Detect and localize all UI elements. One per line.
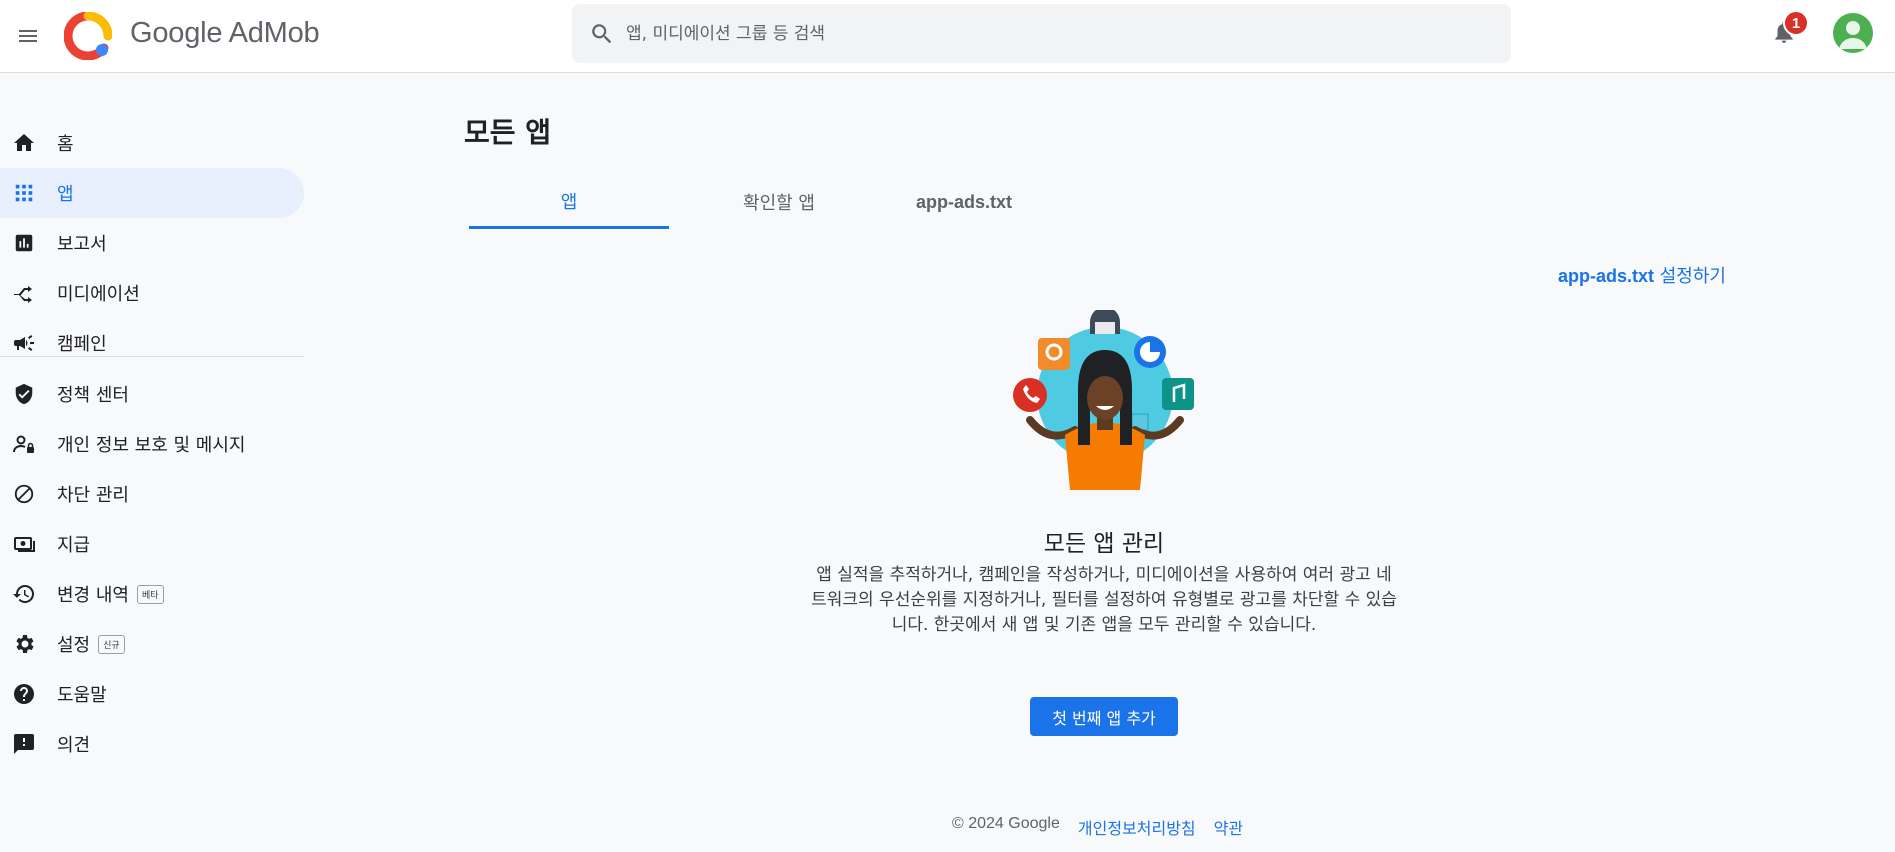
page-title: 모든 앱 [464,116,552,149]
tab-app-ads-txt[interactable]: app-ads.txt [889,175,1039,229]
sidebar-item-mediation[interactable]: 미디에이션 [0,268,304,318]
sidebar-item-label: 도움말 [57,685,107,706]
beta-chip: 베타 [136,584,164,604]
setup-link-bold: app-ads.txt [1558,266,1655,286]
sidebar-item-policy-center[interactable]: 정책 센터 [0,369,304,419]
sidebar-item-payments[interactable]: 지급 [0,519,304,569]
admob-logo[interactable] [64,12,112,60]
hamburger-menu-icon [19,30,37,42]
main-menu-button[interactable] [8,16,48,56]
sidebar-item-change-history[interactable]: 변경 내역 베타 [0,569,304,619]
terms-link[interactable]: 약관 [1214,815,1243,839]
sidebar-item-blocking-controls[interactable]: 차단 관리 [0,469,304,519]
search-icon [588,20,616,48]
app-ads-txt-setup-link[interactable]: app-ads.txt 설정하기 [1558,262,1726,288]
sidebar-item-label: 개인 정보 보호 및 메시지 [57,435,246,456]
sidebar-item-label: 앱 [57,184,74,205]
sidebar-item-label: 보고서 [57,234,107,255]
sidebar-item-label: 변경 내역 베타 [57,581,164,607]
sidebar-item-text: 설정 [57,635,91,656]
sidebar-item-label: 지급 [57,535,91,556]
account-icon [1839,21,1867,49]
tab-bar: 앱 확인할 앱 app-ads.txt [469,175,1069,229]
notification-badge: 1 [1783,10,1809,36]
mediation-icon [10,279,38,307]
sidebar-item-text: 변경 내역 [57,585,129,606]
sidebar-item-home[interactable]: 홈 [0,118,304,168]
copyright-text: © 2024 Google [952,815,1060,832]
sidebar-divider [0,356,304,357]
privacy-policy-link[interactable]: 개인정보처리방침 [1078,815,1196,839]
empty-state-title: 모든 앱 관리 [1043,531,1165,557]
sidebar-item-label: 미디에이션 [57,284,140,305]
sidebar-item-feedback[interactable]: 의견 [0,719,304,769]
brand-name: Google AdMob [130,17,320,49]
sidebar-item-campaigns[interactable]: 캠페인 [0,318,304,368]
search-bar[interactable] [572,4,1511,63]
person-lock-icon [10,430,38,458]
tab-apps[interactable]: 앱 [469,175,669,229]
footer: © 2024 Google 개인정보처리방침 약관 [952,815,1243,839]
shield-icon [10,380,38,408]
add-first-app-button[interactable]: 첫 번째 앱 추가 [1030,697,1178,736]
new-chip: 신규 [98,634,125,654]
feedback-icon [10,730,38,758]
sidebar-item-label: 의견 [57,735,91,756]
home-icon [10,129,38,157]
tab-apps-to-review[interactable]: 확인할 앱 [669,175,889,229]
sidebar-item-settings[interactable]: 설정 신규 [0,619,304,669]
top-app-bar: Google AdMob 1 [0,0,1895,73]
sidebar-item-label: 설정 신규 [57,631,125,657]
payments-icon [10,530,38,558]
sidebar-item-privacy-messaging[interactable]: 개인 정보 보호 및 메시지 [0,419,304,469]
sidebar-item-label: 캠페인 [57,334,107,355]
megaphone-icon [10,329,38,357]
block-icon [10,480,38,508]
history-icon [10,580,38,608]
sidebar-item-label: 차단 관리 [57,485,129,506]
help-icon [10,680,38,708]
manage-apps-illustration [1013,310,1194,490]
bar-chart-icon [10,229,38,257]
sidebar-item-reports[interactable]: 보고서 [0,218,304,268]
sidebar-item-label: 정책 센터 [57,385,129,406]
sidebar-item-help[interactable]: 도움말 [0,669,304,719]
apps-grid-icon [10,179,38,207]
sidebar-item-label: 홈 [57,134,74,155]
gear-icon [10,630,38,658]
avatar[interactable] [1833,13,1873,53]
setup-link-text: 설정하기 [1654,266,1726,287]
sidebar-item-apps[interactable]: 앱 [0,168,304,218]
empty-state-description: 앱 실적을 추적하거나, 캠페인을 작성하거나, 미디에이션을 사용하여 여러 … [811,565,1397,635]
search-input[interactable] [626,23,1511,44]
sidebar-nav: 홈 앱 보고서 미디에이션 캠페인 정책 센터 개인 정보 보호 및 메시지 차… [0,73,304,852]
